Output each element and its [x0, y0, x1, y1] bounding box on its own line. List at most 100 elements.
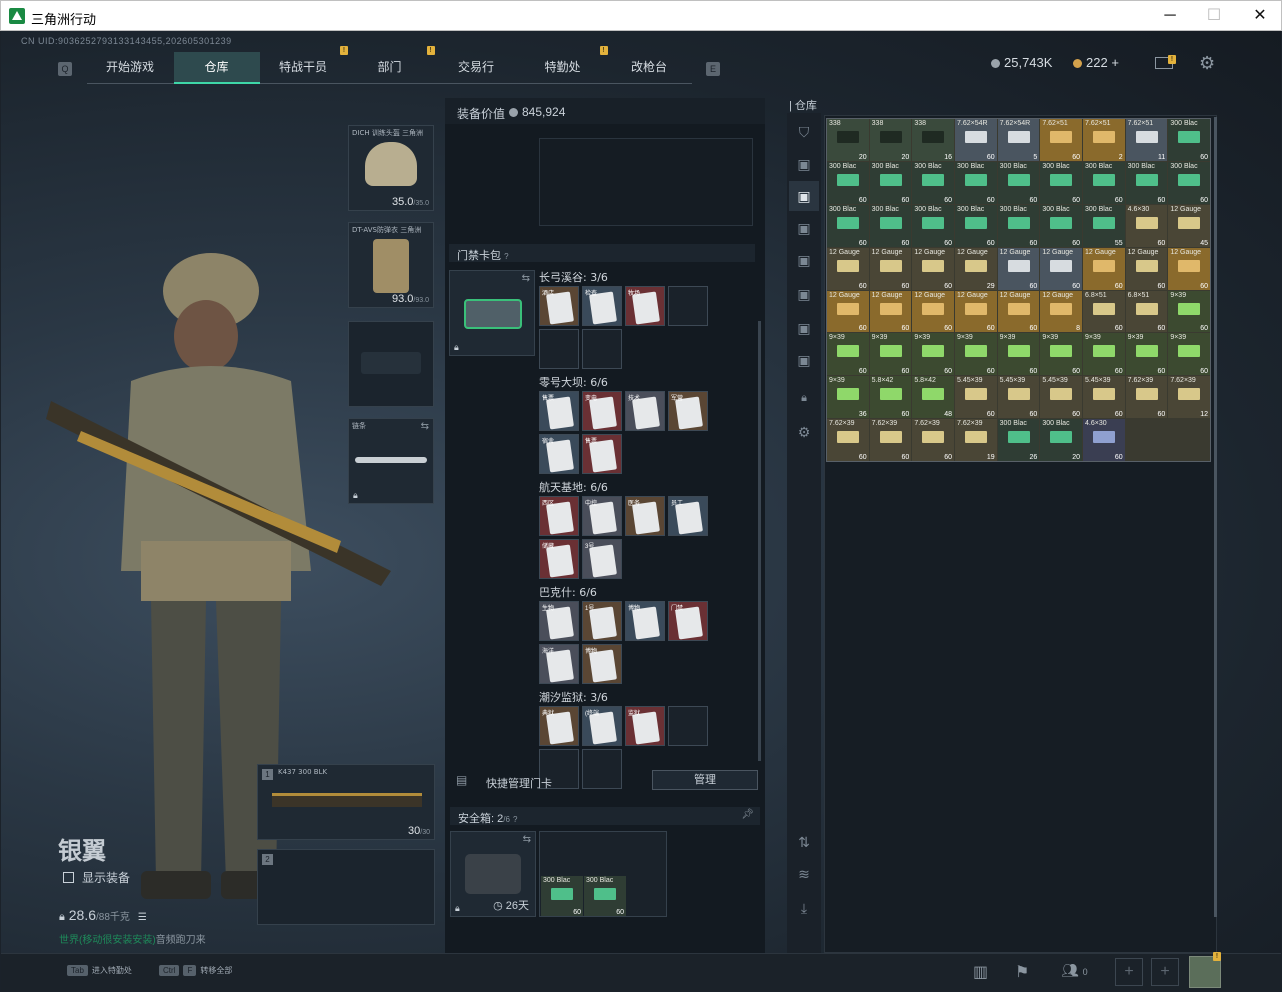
keycard-slot[interactable]: 技术: [625, 391, 665, 431]
sort-icon[interactable]: ⇅: [789, 827, 819, 857]
warehouse-tab-3-icon[interactable]: ▣: [789, 213, 819, 243]
warehouse-item[interactable]: 300 Blac 60: [1040, 204, 1082, 247]
warehouse-item[interactable]: 5.45×39 60: [997, 376, 1040, 419]
warehouse-item[interactable]: 300 Blac 60: [827, 161, 869, 204]
warehouse-item[interactable]: 300 Blac 60: [1168, 119, 1210, 161]
pin-icon[interactable]: 📌︎: [741, 809, 754, 820]
keycard-slot[interactable]: 3号: [582, 539, 622, 579]
warehouse-item[interactable]: 7.62×51 2: [1083, 119, 1125, 161]
warehouse-item[interactable]: 12 Gauge 29: [955, 247, 997, 290]
warehouse-item[interactable]: 7.62×39 60: [869, 419, 912, 461]
tab-6[interactable]: 改枪台: [606, 52, 692, 84]
keycard-slot[interactable]: 售票: [582, 434, 622, 474]
warehouse-tab-1-icon[interactable]: ▣: [789, 149, 819, 179]
backpack-grid[interactable]: [539, 138, 753, 226]
warehouse-item[interactable]: 7.62×39 12: [1168, 376, 1210, 419]
swap-icon[interactable]: ⇆: [421, 421, 429, 432]
warehouse-item[interactable]: 300 Blac 60: [997, 204, 1040, 247]
tab-0[interactable]: 开始游戏: [87, 52, 173, 84]
armor-slot[interactable]: DT-AVS防弹衣 三角洲 93.0/93.0: [348, 222, 434, 308]
keycard-case[interactable]: ⇆ 🔒︎: [449, 270, 535, 356]
warehouse-item[interactable]: 9×39 60: [827, 333, 869, 376]
keycard-slot[interactable]: 变电: [582, 391, 622, 431]
keycard-slot[interactable]: 售票: [539, 391, 579, 431]
warehouse-tab-all-icon[interactable]: ⛉: [789, 117, 819, 147]
tab-2[interactable]: 特战干员: [260, 52, 346, 84]
weight-detail-icon[interactable]: ☰: [138, 912, 147, 923]
warehouse-tab-6-icon[interactable]: ▣: [789, 313, 819, 343]
safebox-case[interactable]: ⇆ ◷ 26天 🔒︎: [450, 831, 536, 917]
melee-slot[interactable]: 链条 ⇆ 🔒︎: [348, 418, 434, 504]
warehouse-item[interactable]: 12 Gauge 60: [1040, 247, 1082, 290]
warehouse-item[interactable]: 5.45×39 60: [1040, 376, 1082, 419]
warehouse-item[interactable]: 4.6×30 60: [1125, 204, 1168, 247]
manage-button[interactable]: 管理: [652, 770, 758, 790]
keycard-slot[interactable]: 牧场: [625, 286, 665, 326]
keycard-slot[interactable]: 门禁: [668, 601, 708, 641]
warehouse-item[interactable]: 300 Blac 60: [1083, 161, 1125, 204]
warehouse-item[interactable]: 5.8×42 60: [869, 376, 912, 419]
keycard-slot[interactable]: 医务: [625, 496, 665, 536]
keycard-slot[interactable]: 典狱: [539, 706, 579, 746]
warehouse-item[interactable]: 9×39 60: [1168, 290, 1210, 333]
keycard-slot[interactable]: 酒店: [539, 286, 579, 326]
keycard-slot[interactable]: 海洋: [539, 644, 579, 684]
keycard-slot[interactable]: 储藏: [539, 539, 579, 579]
keycard-slot[interactable]: 军营: [668, 391, 708, 431]
helmet-slot[interactable]: DICH 训练头盔 三角洲 35.0/35.0: [348, 125, 434, 211]
warehouse-item[interactable]: 12 Gauge 60: [912, 247, 954, 290]
keycard-slot[interactable]: [582, 329, 622, 369]
warehouse-item[interactable]: 12 Gauge 60: [1083, 247, 1125, 290]
warehouse-item[interactable]: 300 Blac 20: [1040, 419, 1082, 461]
show-equipment-toggle[interactable]: 显示装备: [63, 869, 130, 886]
warehouse-tab-4-icon[interactable]: ▣: [789, 245, 819, 275]
warehouse-item[interactable]: 300 Blac 60: [912, 161, 954, 204]
next-tab-key[interactable]: E: [706, 62, 720, 76]
tab-4[interactable]: 交易行: [433, 52, 519, 84]
warehouse-item[interactable]: 9×39 60: [1168, 333, 1210, 376]
warehouse-item[interactable]: 9×39 36: [827, 376, 869, 419]
warehouse-item[interactable]: 300 Blac 60: [912, 204, 954, 247]
warehouse-item[interactable]: 12 Gauge 60: [827, 290, 869, 333]
warehouse-item[interactable]: 12 Gauge 45: [1168, 204, 1210, 247]
warehouse-item[interactable]: 300 Blac 55: [1083, 204, 1125, 247]
warehouse-item[interactable]: 300 Blac 60: [827, 204, 869, 247]
settings-gear-icon[interactable]: ⚙: [1199, 53, 1215, 74]
pistol-slot[interactable]: [348, 321, 434, 407]
warehouse-item[interactable]: 7.62×39 19: [955, 419, 997, 461]
warehouse-item[interactable]: 12 Gauge 60: [1168, 247, 1210, 290]
keycard-slot[interactable]: [668, 706, 708, 746]
layers-icon[interactable]: ≋: [789, 859, 819, 889]
warehouse-item[interactable]: 300 Blac 60: [869, 161, 912, 204]
keycard-slot[interactable]: 宿舍: [539, 434, 579, 474]
safebox-item[interactable]: 300 Blac 60: [541, 876, 583, 916]
swap-icon[interactable]: ⇆: [523, 834, 531, 845]
transfer-icon[interactable]: ⤓: [789, 893, 819, 923]
keycard-slot[interactable]: 1号: [582, 601, 622, 641]
warehouse-item[interactable]: 300 Blac 60: [955, 161, 997, 204]
warehouse-tab-2-icon[interactable]: ▣: [789, 181, 819, 211]
warehouse-item[interactable]: 300 Blac 60: [955, 204, 997, 247]
warehouse-item[interactable]: 12 Gauge 60: [869, 247, 912, 290]
checkbox[interactable]: [63, 872, 74, 883]
tab-shortcut[interactable]: Tab 进入特勤处: [67, 965, 132, 976]
warehouse-item[interactable]: 12 Gauge 60: [869, 290, 912, 333]
warehouse-item[interactable]: 12 Gauge 60: [827, 247, 869, 290]
keycard-slot[interactable]: 员工: [668, 496, 708, 536]
warehouse-tab-7-icon[interactable]: ▣: [789, 345, 819, 375]
keycard-slot[interactable]: 中控: [582, 496, 622, 536]
warehouse-item[interactable]: 300 Blac 26: [997, 419, 1040, 461]
keycard-slot[interactable]: 博物: [625, 601, 665, 641]
warehouse-item[interactable]: 7.62×39 60: [827, 419, 869, 461]
warehouse-settings-icon[interactable]: ⚙: [789, 417, 819, 447]
primary-weapon-slot[interactable]: 1 K437 300 BLK 30/30: [257, 764, 435, 840]
warehouse-item[interactable]: 12 Gauge 8: [1040, 290, 1082, 333]
flag-icon[interactable]: ⚑: [1015, 962, 1029, 982]
warehouse-item[interactable]: 300 Blac 60: [997, 161, 1040, 204]
invite-slot-2-icon[interactable]: +: [1151, 958, 1179, 986]
friends-icon[interactable]: 👥︎ 0: [1061, 962, 1088, 979]
warehouse-item[interactable]: 7.62×51 60: [1040, 119, 1082, 161]
warehouse-item[interactable]: 12 Gauge 60: [955, 290, 997, 333]
warehouse-tab-5-icon[interactable]: ▣: [789, 279, 819, 309]
tab-5[interactable]: 特勤处: [520, 52, 606, 84]
